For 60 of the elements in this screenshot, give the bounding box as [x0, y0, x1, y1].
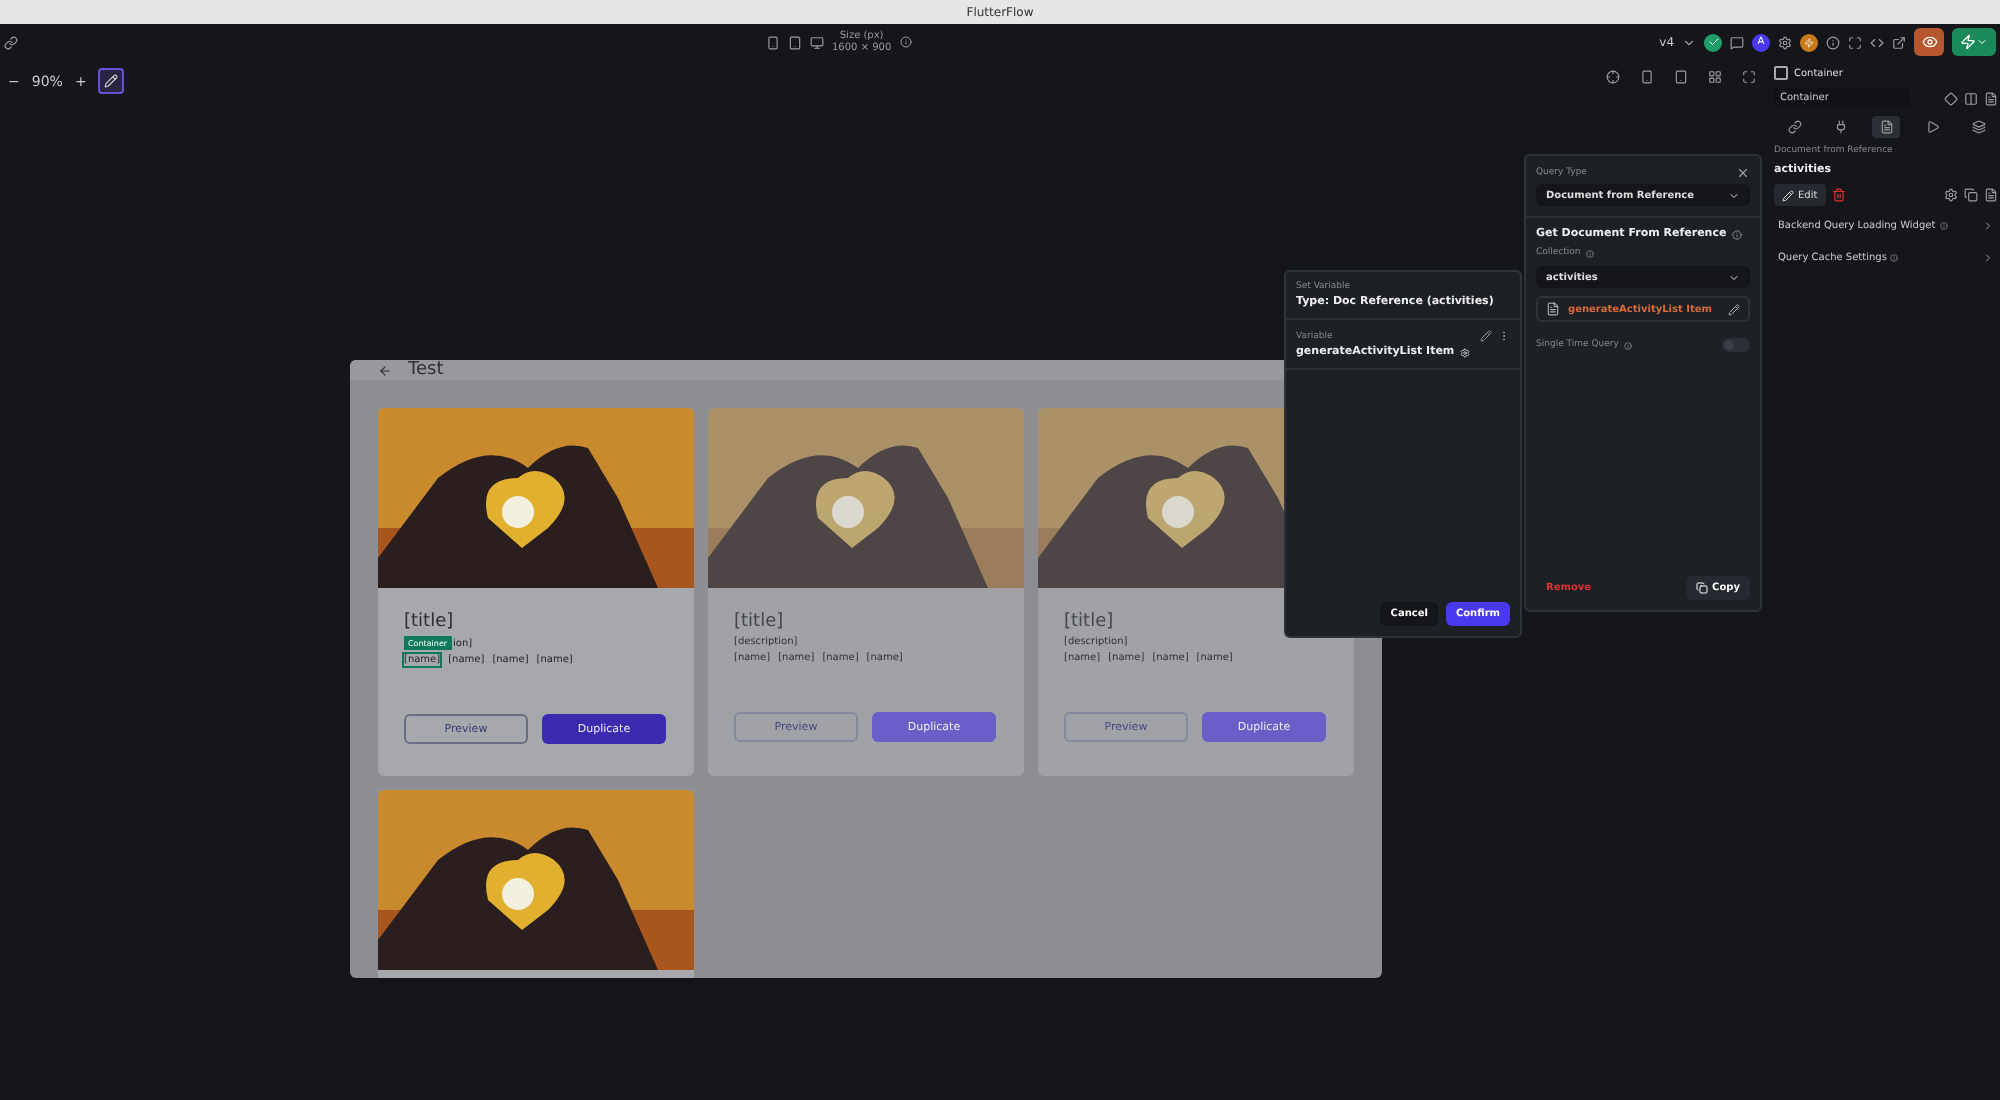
code-icon[interactable]: [1870, 35, 1885, 49]
checkbox[interactable]: [1774, 66, 1788, 80]
info-icon: [1890, 254, 1899, 262]
chevron-right-icon[interactable]: [1982, 252, 1994, 264]
document-icon: [1546, 302, 1560, 316]
document-icon[interactable]: [1984, 91, 1998, 105]
chevron-down-icon: [1976, 36, 1989, 48]
page-title: Test: [408, 360, 444, 380]
close-icon[interactable]: [1736, 166, 1750, 180]
expand-icon[interactable]: [1742, 70, 1756, 84]
tablet-icon[interactable]: [1674, 70, 1688, 84]
link-icon[interactable]: [4, 35, 18, 49]
chat-icon[interactable]: [1730, 35, 1745, 49]
card-title: [title]: [1064, 612, 1116, 632]
info-icon[interactable]: [1826, 35, 1841, 49]
external-link-icon[interactable]: [1892, 35, 1907, 49]
tab-icon: [1925, 120, 1939, 134]
edit-icon[interactable]: [1480, 330, 1492, 342]
status-icon[interactable]: [1800, 33, 1819, 51]
toggle-switch[interactable]: [1722, 338, 1750, 352]
edit-icon[interactable]: [98, 68, 125, 94]
panel-icon[interactable]: [1964, 91, 1978, 105]
card-title: [title]: [734, 612, 786, 632]
copy-icon[interactable]: [1964, 188, 1978, 202]
check-icon[interactable]: [1704, 33, 1723, 51]
settings-icon[interactable]: [1778, 35, 1793, 49]
desktop-icon[interactable]: [810, 35, 824, 49]
pencil-icon: [1782, 189, 1794, 201]
chevron-down-icon[interactable]: [1682, 35, 1697, 49]
lightning-icon: [1960, 34, 1977, 50]
settings-icon[interactable]: [1944, 188, 1958, 202]
copy-icon: [1696, 582, 1709, 594]
tab-icon: [1971, 120, 1985, 134]
tab-icon: [1879, 120, 1893, 134]
chevron-right-icon[interactable]: [1982, 220, 1994, 232]
info-icon: [1939, 222, 1948, 230]
trash-icon[interactable]: [1831, 188, 1846, 202]
run-button[interactable]: [1952, 28, 1997, 56]
grid-icon[interactable]: [1708, 70, 1722, 84]
info-icon: [1624, 341, 1633, 349]
info-icon: [1586, 249, 1595, 257]
back-arrow-icon[interactable]: [378, 363, 392, 377]
chevron-down-icon: [1728, 271, 1740, 283]
eye-icon: [1921, 34, 1938, 50]
phone-icon[interactable]: [766, 35, 780, 49]
expand-icon[interactable]: [1848, 35, 1863, 49]
document-icon[interactable]: [1984, 188, 1998, 202]
tab-icon: [1833, 120, 1847, 134]
diamond-icon[interactable]: [1944, 91, 1958, 105]
chevron-down-icon: [1728, 189, 1740, 201]
target-icon[interactable]: [1606, 70, 1620, 84]
tablet-icon[interactable]: [788, 35, 802, 49]
edit-icon[interactable]: [1728, 303, 1740, 315]
tab-icon: [1787, 120, 1801, 134]
preview-button[interactable]: [1914, 28, 1945, 56]
phone-icon[interactable]: [1640, 70, 1654, 84]
card-title: [title]: [404, 612, 456, 632]
info-icon: [1732, 229, 1743, 239]
info-icon[interactable]: [899, 36, 912, 48]
panel-tab[interactable]: [1872, 116, 1900, 138]
